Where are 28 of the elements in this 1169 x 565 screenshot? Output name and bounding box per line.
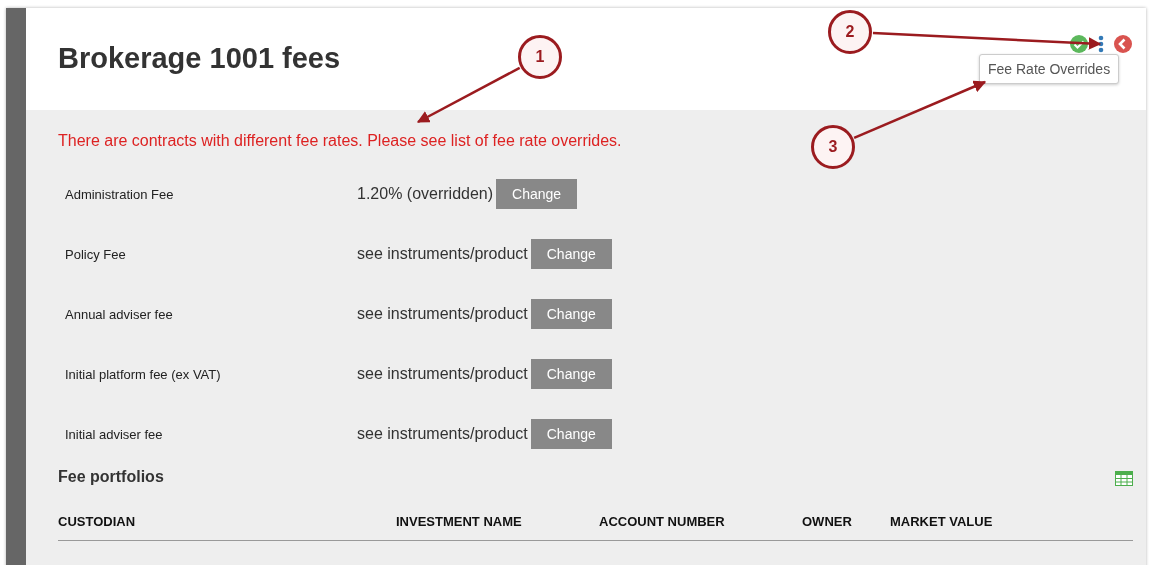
page-title: Brokerage 1001 fees	[58, 42, 341, 75]
fee-label: Policy Fee	[64, 246, 127, 262]
change-button[interactable]: Change	[530, 299, 612, 329]
column-header[interactable]: MARKET VALUE	[890, 514, 1133, 529]
fee-value: see instruments/product	[357, 305, 528, 323]
column-header[interactable]: ACCOUNT NUMBER	[599, 514, 802, 529]
fee-label: Initial adviser fee	[64, 426, 164, 442]
fee-value: see instruments/product	[357, 245, 528, 263]
spreadsheet-icon[interactable]	[1115, 471, 1133, 486]
warning-message: There are contracts with different fee rates. Please see list of fee rate overrides.	[58, 132, 622, 150]
change-button[interactable]: Change	[496, 179, 578, 209]
tooltip: Fee Rate Overrides	[979, 54, 1120, 84]
change-button[interactable]: Change	[530, 419, 612, 449]
check-circle-icon[interactable]	[1070, 35, 1088, 53]
fee-label: Initial platform fee (ex VAT)	[64, 366, 222, 382]
section-title: Fee portfolios	[58, 468, 164, 486]
fee-label: Annual adviser fee	[64, 306, 174, 322]
fee-label: Administration Fee	[64, 186, 175, 202]
menu-icon[interactable]	[1098, 35, 1104, 53]
fee-value: 1.20% (overridden)	[357, 185, 494, 203]
column-header[interactable]: CUSTODIAN	[58, 514, 396, 529]
change-button[interactable]: Change	[530, 359, 612, 389]
column-header[interactable]: OWNER	[802, 514, 890, 529]
change-button[interactable]: Change	[530, 239, 612, 269]
column-header[interactable]: INVESTMENT NAME	[396, 514, 599, 529]
back-icon[interactable]	[1114, 35, 1132, 53]
fee-value: see instruments/product	[357, 425, 528, 443]
fee-value: see instruments/product	[357, 365, 528, 383]
